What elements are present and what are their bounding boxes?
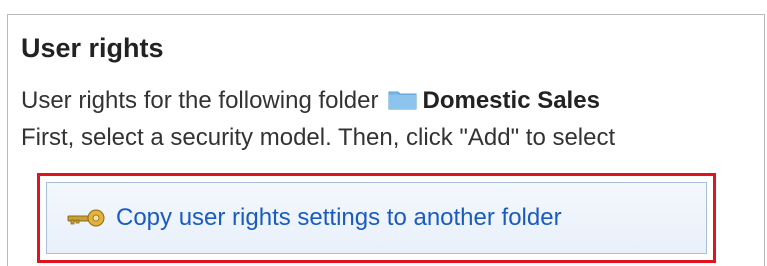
user-rights-panel: User rights User rights for the followin… — [7, 14, 765, 266]
folder-name: Domestic Sales — [422, 87, 600, 114]
key-icon — [66, 208, 108, 228]
page-title: User rights — [21, 33, 164, 63]
screenshot-frame: User rights User rights for the followin… — [0, 0, 767, 266]
instruction-text: First, select a security model. Then, cl… — [21, 124, 616, 151]
folder-description-text: User rights for the following folder — [21, 87, 379, 114]
folder-description-line: User rights for the following folder Dom… — [21, 86, 600, 116]
copy-user-rights-label: Copy user rights settings to another fol… — [116, 204, 562, 231]
folder-icon — [388, 89, 417, 110]
highlight-annotation-box: Copy user rights settings to another fol… — [37, 173, 716, 263]
copy-user-rights-button[interactable]: Copy user rights settings to another fol… — [46, 182, 707, 254]
